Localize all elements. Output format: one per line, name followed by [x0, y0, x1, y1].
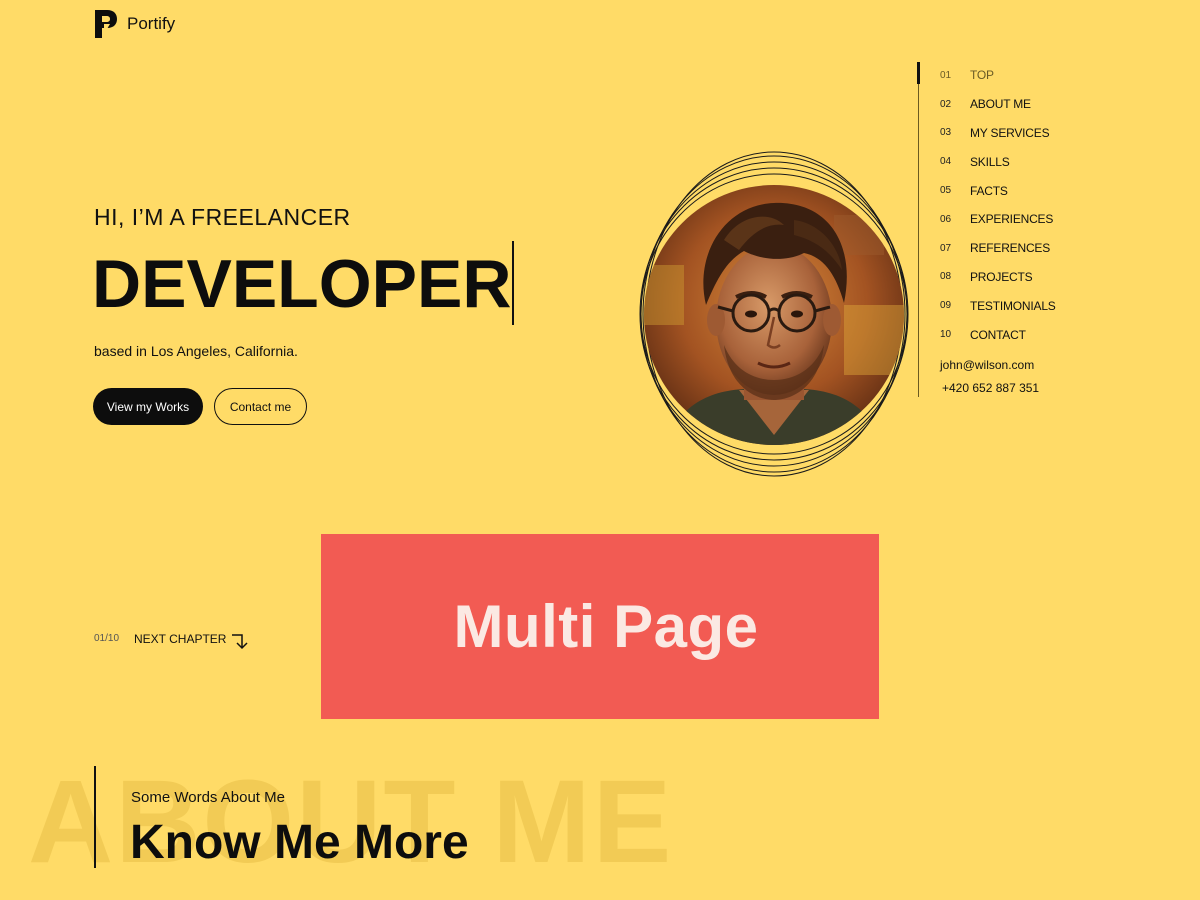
nav-item-label: SKILLS: [970, 154, 1010, 169]
nav-item-skills[interactable]: 04 SKILLS: [940, 147, 1056, 176]
next-chapter-link[interactable]: NEXT CHAPTER: [134, 632, 226, 646]
nav-item-label: ABOUT ME: [970, 97, 1031, 112]
nav-item-facts[interactable]: 05 FACTS: [940, 176, 1056, 205]
nav-item-label: PROJECTS: [970, 269, 1033, 284]
portify-p-logo-icon: [95, 10, 117, 38]
about-subtitle: Some Words About Me: [131, 789, 285, 806]
nav-item-number: 07: [940, 242, 952, 254]
chapter-counter: 01/10: [94, 633, 120, 644]
nav-item-top[interactable]: 01 TOP: [940, 61, 1056, 90]
multi-page-banner: Multi Page: [321, 534, 879, 719]
hero-location: based in Los Angeles, California.: [94, 343, 298, 359]
sidenav-active-indicator: [917, 62, 920, 84]
contact-me-button[interactable]: Contact me: [214, 388, 307, 425]
nav-item-label: CONTACT: [970, 327, 1026, 342]
contact-email-link[interactable]: john@wilson.com: [940, 358, 1034, 372]
brand-logo[interactable]: Portify: [93, 8, 175, 40]
nav-item-label: TOP: [970, 68, 994, 83]
nav-item-references[interactable]: 07 REFERENCES: [940, 234, 1056, 263]
nav-item-number: 01: [940, 69, 952, 81]
nav-item-number: 02: [940, 98, 952, 110]
nav-item-label: TESTIMONIALS: [970, 298, 1056, 313]
nav-item-label: EXPERIENCES: [970, 212, 1054, 227]
nav-item-experiences[interactable]: 06 EXPERIENCES: [940, 205, 1056, 234]
hero-role-heading: DEVELOPER: [92, 246, 512, 322]
about-title: Know Me More: [130, 816, 469, 869]
arrow-down-right-icon[interactable]: [230, 632, 250, 650]
nav-item-label: REFERENCES: [970, 241, 1051, 256]
typing-caret: [512, 241, 514, 325]
nav-item-about-me[interactable]: 02 ABOUT ME: [940, 90, 1056, 119]
nav-item-number: 08: [940, 271, 952, 283]
nav-item-number: 05: [940, 185, 952, 197]
nav-item-number: 09: [940, 300, 952, 312]
about-divider: [94, 766, 96, 868]
nav-item-number: 10: [940, 329, 952, 341]
nav-item-number: 04: [940, 156, 952, 168]
contact-phone-link[interactable]: +420 652 887 351: [942, 381, 1039, 395]
section-nav: 01 TOP 02 ABOUT ME 03 MY SERVICES 04 SKI…: [940, 61, 1056, 349]
view-works-button[interactable]: View my Works: [93, 388, 203, 425]
brand-name: Portify: [127, 14, 176, 33]
nav-item-contact[interactable]: 10 CONTACT: [940, 320, 1056, 349]
portrait: [638, 148, 910, 480]
nav-item-number: 03: [940, 127, 952, 139]
portrait-illustration: [644, 185, 904, 445]
nav-item-projects[interactable]: 08 PROJECTS: [940, 263, 1056, 292]
banner-text: Multi Page: [453, 593, 759, 660]
nav-item-number: 06: [940, 213, 952, 225]
sidenav-rail: [918, 62, 919, 397]
nav-item-testimonials[interactable]: 09 TESTIMONIALS: [940, 291, 1056, 320]
nav-item-my-services[interactable]: 03 MY SERVICES: [940, 119, 1056, 148]
hero-intro: HI, I’M A FREELANCER: [94, 204, 351, 230]
nav-item-label: MY SERVICES: [970, 125, 1050, 140]
nav-item-label: FACTS: [970, 183, 1008, 198]
portrait-photo: [644, 185, 904, 445]
